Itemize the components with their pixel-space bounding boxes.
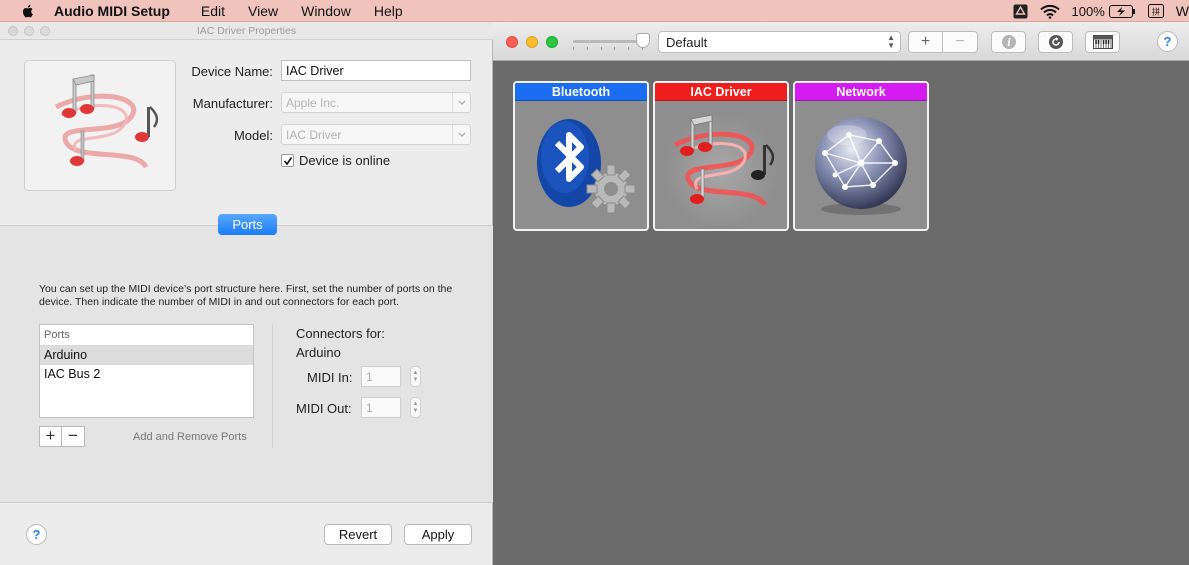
list-item[interactable]: IAC Bus 2 bbox=[40, 365, 253, 384]
midi-toolbar: Default ▲ ▼ + − i ? bbox=[493, 22, 1189, 61]
menu-edit[interactable]: Edit bbox=[201, 3, 225, 19]
ports-list-header: Ports bbox=[40, 325, 253, 346]
device-icon-well[interactable] bbox=[24, 60, 176, 191]
midi-out-field[interactable]: 1 bbox=[361, 397, 401, 418]
connectors-for-label: Connectors for: bbox=[296, 326, 385, 341]
manufacturer-label: Manufacturer: bbox=[192, 96, 273, 111]
close-button[interactable] bbox=[506, 36, 518, 48]
network-globe-icon bbox=[815, 117, 907, 215]
revert-button[interactable]: Revert bbox=[324, 524, 392, 545]
stepper-down-icon: ▼ bbox=[412, 407, 419, 414]
device-name-input[interactable] bbox=[281, 60, 471, 81]
model-label: Model: bbox=[233, 128, 273, 143]
menu-extras: 100% 拼 W bbox=[1013, 0, 1189, 22]
add-remove-buttons: + − bbox=[39, 426, 85, 447]
chevron-down-icon bbox=[452, 93, 470, 112]
configuration-select[interactable]: Default ▲ ▼ bbox=[658, 31, 901, 53]
svg-text:拼: 拼 bbox=[1152, 7, 1160, 17]
configuration-value: Default bbox=[666, 35, 708, 50]
device-tile-iac-driver[interactable]: IAC Driver bbox=[653, 81, 789, 231]
test-setup-button[interactable] bbox=[1085, 31, 1120, 53]
connectors-port-name: Arduino bbox=[296, 345, 341, 360]
window-title: IAC Driver Properties bbox=[196, 24, 297, 37]
midi-help-button[interactable]: ? bbox=[1157, 31, 1178, 52]
checkmark-icon bbox=[283, 156, 292, 165]
zoom-button[interactable] bbox=[40, 26, 50, 36]
zoom-button[interactable] bbox=[546, 36, 558, 48]
chevron-updown-icon: ▲ ▼ bbox=[887, 33, 895, 50]
device-tile-art bbox=[795, 101, 927, 229]
music-notes-icon bbox=[673, 114, 775, 207]
iac-driver-properties-window: IAC Driver Properties Device Name: Manuf… bbox=[0, 22, 493, 565]
add-device-button[interactable]: + bbox=[908, 31, 943, 53]
device-online-label: Device is online bbox=[299, 153, 391, 168]
stepper-up-icon: ▲ bbox=[412, 369, 419, 376]
minimize-button[interactable] bbox=[24, 26, 34, 36]
midi-in-field[interactable]: 1 bbox=[361, 366, 401, 387]
close-button[interactable] bbox=[8, 26, 18, 36]
drive-icon[interactable] bbox=[1013, 4, 1028, 19]
menu-help[interactable]: Help bbox=[374, 3, 403, 19]
icon-size-slider-knob[interactable] bbox=[636, 33, 650, 48]
window-controls bbox=[506, 36, 566, 48]
add-remove-ports-label: Add and Remove Ports bbox=[133, 431, 247, 443]
battery-percentage: 100% bbox=[1071, 3, 1105, 19]
device-online-row: Device is online bbox=[281, 153, 390, 168]
minimize-button[interactable] bbox=[526, 36, 538, 48]
stepper-down-icon: ▼ bbox=[412, 376, 419, 383]
stepper-up-icon: ▲ bbox=[412, 400, 419, 407]
device-tile-network[interactable]: Network bbox=[793, 81, 929, 231]
menu-app-name[interactable]: Audio MIDI Setup bbox=[54, 3, 170, 19]
ports-list[interactable]: Ports Arduino IAC Bus 2 bbox=[39, 324, 254, 418]
manufacturer-select[interactable]: Apple Inc. bbox=[281, 92, 471, 113]
midi-out-label: MIDI Out: bbox=[296, 401, 352, 416]
device-online-checkbox[interactable] bbox=[281, 154, 294, 167]
keyboard-icon bbox=[1092, 35, 1113, 49]
tab-ports[interactable]: Ports bbox=[218, 214, 277, 235]
menu-view[interactable]: View bbox=[248, 3, 278, 19]
add-port-button[interactable]: + bbox=[39, 426, 62, 447]
show-info-button[interactable]: i bbox=[991, 31, 1026, 53]
midi-out-stepper[interactable]: ▲ ▼ bbox=[410, 397, 421, 418]
icon-size-slider-ticks bbox=[573, 47, 643, 50]
device-tile-label: Network bbox=[795, 83, 927, 101]
midi-in-label: MIDI In: bbox=[307, 370, 353, 385]
icon-size-slider-track[interactable] bbox=[573, 40, 643, 43]
properties-titlebar: IAC Driver Properties bbox=[0, 22, 493, 40]
battery-charging-icon[interactable] bbox=[1108, 4, 1136, 18]
manufacturer-value: Apple Inc. bbox=[286, 96, 340, 110]
model-value: IAC Driver bbox=[286, 128, 342, 142]
model-select[interactable]: IAC Driver bbox=[281, 124, 471, 145]
chevron-down-icon bbox=[452, 125, 470, 144]
midi-studio-window: Default ▲ ▼ + − i ? Bluetooth IAC Driver… bbox=[493, 22, 1189, 565]
music-notes-icon bbox=[54, 74, 159, 169]
device-tile-art bbox=[655, 101, 787, 229]
ports-divider bbox=[272, 324, 273, 448]
apple-logo-icon[interactable] bbox=[20, 3, 36, 19]
input-menu-icon[interactable]: 拼 bbox=[1147, 4, 1164, 18]
menu-window[interactable]: Window bbox=[301, 3, 351, 19]
info-icon: i bbox=[1001, 35, 1016, 49]
device-tile-bluetooth[interactable]: Bluetooth bbox=[513, 81, 649, 231]
rescan-button[interactable] bbox=[1038, 31, 1073, 53]
menu-trailing-item[interactable]: W bbox=[1176, 3, 1189, 19]
remove-port-button[interactable]: − bbox=[62, 426, 85, 447]
device-tile-label: Bluetooth bbox=[515, 83, 647, 101]
device-tile-label: IAC Driver bbox=[655, 83, 787, 101]
help-button[interactable]: ? bbox=[26, 524, 47, 545]
midi-in-stepper[interactable]: ▲ ▼ bbox=[410, 366, 421, 387]
list-item[interactable]: Arduino bbox=[40, 346, 253, 365]
bluetooth-gear-icon bbox=[537, 119, 636, 214]
device-tile-art bbox=[515, 101, 647, 229]
wifi-icon[interactable] bbox=[1039, 4, 1060, 19]
apply-button[interactable]: Apply bbox=[404, 524, 472, 545]
device-name-label: Device Name: bbox=[191, 64, 273, 79]
svg-text:i: i bbox=[1007, 38, 1011, 49]
ports-pane: You can set up the MIDI device’s port st… bbox=[0, 225, 493, 503]
remove-device-button[interactable]: − bbox=[943, 31, 978, 53]
menu-bar: Audio MIDI Setup Edit View Window Help 1… bbox=[0, 0, 1189, 22]
window-controls bbox=[8, 26, 56, 36]
ports-instructions: You can set up the MIDI device’s port st… bbox=[39, 283, 453, 308]
refresh-icon bbox=[1048, 35, 1063, 49]
